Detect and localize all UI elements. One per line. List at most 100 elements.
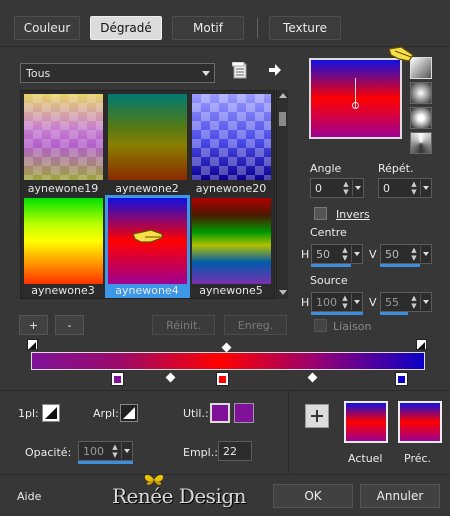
- center-v-label: V: [369, 248, 377, 261]
- source-v-label: V: [369, 296, 377, 309]
- spin-arrows-icon[interactable]: ▲ ▼: [110, 443, 120, 459]
- location-label: Empl.:: [183, 446, 218, 459]
- panel-divider: [288, 390, 289, 474]
- location-value: 22: [223, 444, 237, 458]
- tab-couleur[interactable]: Couleur: [14, 16, 80, 40]
- color-midpoint[interactable]: [307, 372, 318, 383]
- color-stop-purple[interactable]: [111, 372, 124, 386]
- reset-button[interactable]: Réinit.: [152, 315, 215, 335]
- gradient-list-scrollbar[interactable]: [276, 90, 288, 299]
- location-field[interactable]: 22: [218, 441, 252, 461]
- sunburst-style-button[interactable]: [410, 107, 432, 129]
- repeat-field[interactable]: 0 ▲ ▼: [378, 178, 432, 198]
- source-h-slider[interactable]: [311, 312, 363, 315]
- background-stop-button[interactable]: [120, 404, 138, 422]
- center-label: Centre: [310, 226, 347, 239]
- gradient-label: aynewone19: [27, 182, 99, 195]
- spin-arrows-icon[interactable]: ▲ ▼: [340, 294, 350, 310]
- spin-arrows-icon[interactable]: ▲ ▼: [340, 246, 350, 262]
- user-color-swatch[interactable]: [234, 403, 254, 423]
- save-button[interactable]: Enreg.: [224, 315, 287, 335]
- help-button[interactable]: Aide: [17, 490, 41, 503]
- pointing-hand-icon: [131, 225, 165, 247]
- scroll-down-icon[interactable]: [279, 290, 287, 295]
- gradient-label: aynewone3: [31, 284, 95, 297]
- color-midpoint[interactable]: [165, 372, 176, 383]
- center-v-slider[interactable]: [380, 264, 420, 267]
- link-checkbox[interactable]: [314, 319, 327, 332]
- gradient-preview[interactable]: [309, 58, 402, 139]
- gradient-label-selected: aynewone4: [115, 284, 179, 297]
- library-icon[interactable]: [231, 61, 248, 80]
- opacity-field[interactable]: 100 ▲ ▼: [78, 441, 133, 461]
- chevron-down-icon[interactable]: [420, 180, 430, 196]
- add-to-library-button[interactable]: [305, 404, 329, 428]
- color-stop-blue[interactable]: [395, 372, 408, 386]
- current-gradient-swatch[interactable]: [344, 401, 388, 443]
- opacity-midpoint[interactable]: [221, 342, 232, 353]
- invert-checkbox[interactable]: [314, 207, 327, 220]
- center-v-field[interactable]: 50 ▲ ▼: [380, 244, 432, 264]
- center-h-value: 50: [316, 247, 330, 261]
- rectangular-style-button[interactable]: [410, 82, 432, 104]
- arrow-right-icon[interactable]: [268, 62, 282, 78]
- tab-degrade[interactable]: Dégradé: [90, 16, 162, 40]
- remove-gradient-button[interactable]: -: [55, 315, 84, 335]
- spin-arrows-icon[interactable]: ▲ ▼: [409, 294, 419, 310]
- footer-separator: [0, 474, 450, 475]
- source-h-field[interactable]: 100 ▲ ▼: [311, 292, 363, 312]
- spin-arrows-icon[interactable]: ▲ ▼: [409, 246, 419, 262]
- repeat-value: 0: [383, 181, 390, 195]
- chevron-down-icon: [202, 71, 210, 76]
- repeat-label: Répét.: [378, 162, 414, 175]
- tab-motif[interactable]: Motif: [172, 16, 244, 40]
- ok-button[interactable]: OK: [273, 484, 353, 508]
- chevron-down-icon[interactable]: [351, 294, 361, 310]
- category-dropdown-value: Tous: [26, 66, 51, 80]
- spin-arrows-icon[interactable]: ▲ ▼: [409, 180, 419, 196]
- source-h-label: H: [301, 296, 310, 309]
- gradient-thumb-aynewone3[interactable]: [24, 198, 103, 284]
- gradient-bar[interactable]: [31, 352, 425, 370]
- scroll-thumb[interactable]: [279, 112, 286, 126]
- previous-gradient-swatch[interactable]: [398, 401, 442, 443]
- gradient-label: aynewone20: [195, 182, 267, 195]
- top-separator: [0, 46, 450, 47]
- chevron-down-icon[interactable]: [351, 246, 361, 262]
- chevron-down-icon[interactable]: [352, 180, 362, 196]
- chevron-down-icon[interactable]: [121, 443, 131, 459]
- source-v-slider[interactable]: [380, 312, 408, 315]
- chevron-down-icon[interactable]: [420, 246, 430, 262]
- opacity-slider[interactable]: [78, 461, 133, 464]
- angle-value: 0: [315, 181, 322, 195]
- radial-style-button[interactable]: [410, 132, 432, 154]
- opacity-value: 100: [83, 444, 104, 458]
- gradient-thumb-aynewone19[interactable]: [24, 94, 103, 180]
- cancel-button[interactable]: Annuler: [360, 484, 440, 508]
- spin-arrows-icon[interactable]: ▲ ▼: [341, 180, 351, 196]
- tab-texture[interactable]: Texture: [269, 16, 341, 40]
- center-h-label: H: [301, 248, 310, 261]
- angle-field[interactable]: 0 ▲ ▼: [310, 178, 364, 198]
- opacity-stop-right[interactable]: [416, 339, 427, 350]
- category-dropdown[interactable]: Tous: [20, 63, 215, 83]
- gradient-thumb-aynewone2[interactable]: [108, 94, 187, 180]
- gradient-thumb-aynewone5[interactable]: [192, 198, 271, 284]
- user-color-active[interactable]: [210, 403, 230, 423]
- chevron-down-icon[interactable]: [420, 294, 430, 310]
- source-v-field[interactable]: 55 ▲ ▼: [380, 292, 432, 312]
- scroll-up-icon[interactable]: [279, 93, 287, 98]
- current-label: Actuel: [348, 452, 383, 465]
- invert-label: Invers: [336, 208, 370, 221]
- source-h-value: 100: [316, 295, 337, 309]
- foreground-stop-button[interactable]: [42, 404, 60, 422]
- center-h-slider[interactable]: [311, 264, 351, 267]
- center-h-field[interactable]: 50 ▲ ▼: [311, 244, 363, 264]
- tab-divider: [257, 18, 258, 38]
- color-stop-red[interactable]: [216, 372, 229, 386]
- add-gradient-button[interactable]: +: [19, 315, 48, 335]
- gradient-thumb-aynewone20[interactable]: [192, 94, 271, 180]
- source-v-value: 55: [385, 295, 399, 309]
- opacity-stop-left[interactable]: [27, 339, 38, 350]
- one-pl-label: 1pl:: [18, 407, 39, 420]
